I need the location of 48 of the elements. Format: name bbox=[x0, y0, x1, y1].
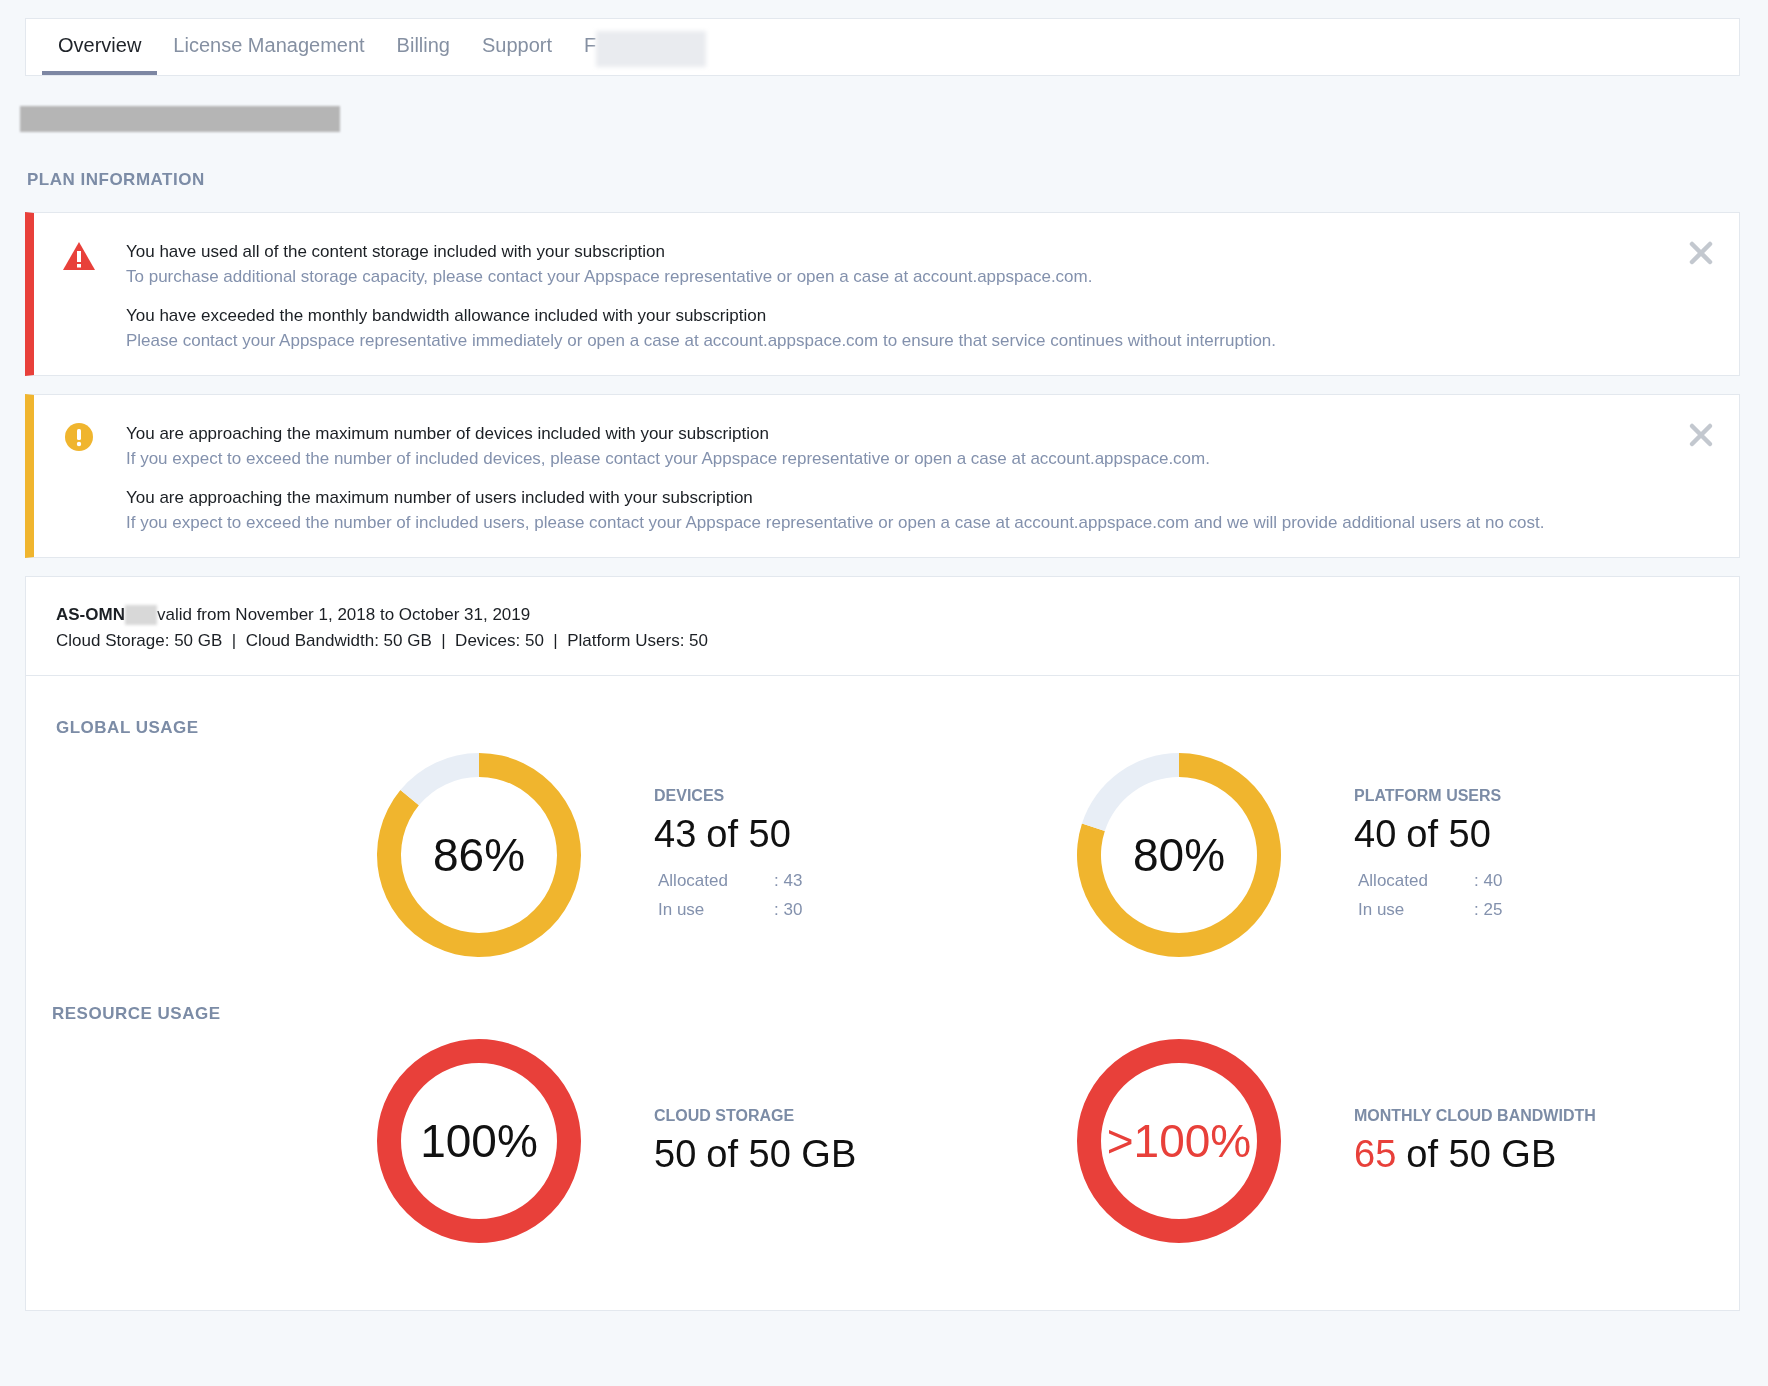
exclamation-circle-icon bbox=[65, 423, 93, 451]
tab[interactable]: Support bbox=[465, 19, 568, 75]
usage-label: CLOUD STORAGE bbox=[654, 1106, 796, 1125]
usage-label: DEVICES bbox=[654, 786, 726, 805]
tab[interactable]: Billing bbox=[380, 19, 466, 75]
alert-title: You are approaching the maximum number of devices included with your subscription bbox=[126, 423, 770, 445]
detail-value: : 30 bbox=[774, 898, 803, 921]
section-title: GLOBAL USAGE bbox=[56, 718, 200, 738]
detail-value: : 43 bbox=[774, 869, 803, 892]
alert-title: You have exceeded the monthly bandwidth allowance included with your subscription bbox=[126, 305, 768, 327]
alert-detail: If you expect to exceed the number of included users, please contact your Appspace representative or open a case at account.appspace.com and we will provide additional users at no cost. bbox=[126, 512, 1546, 534]
alert-detail: If you expect to exceed the number of included devices, please contact your Appspace representative or open a case at account.appspace.com. bbox=[126, 448, 1211, 470]
total-value: of 50 bbox=[1406, 812, 1491, 856]
detail-label: In use bbox=[658, 898, 706, 921]
alert-title: You are approaching the maximum number of users included with your subscription bbox=[126, 487, 754, 509]
alert-title: You have used all of the content storage included with your subscription bbox=[126, 241, 666, 263]
detail-label: Allocated bbox=[1358, 869, 1429, 892]
used-value: 43 bbox=[654, 812, 697, 856]
tab[interactable]: License Management bbox=[157, 19, 381, 75]
total-value: of 50 GB bbox=[1406, 1132, 1557, 1176]
used-value: 65 bbox=[1354, 1132, 1397, 1176]
percent-value: >100% bbox=[1106, 1114, 1252, 1168]
tab[interactable]: F bbox=[568, 19, 597, 75]
detail-label: In use bbox=[1358, 898, 1406, 921]
total-value: of 50 bbox=[706, 812, 791, 856]
alert-detail: Please contact your Appspace representative immediately or open a case at account.appspace.com to ensure that service continues without interruption. bbox=[126, 330, 1278, 352]
usage-label: MONTHLY CLOUD BANDWIDTH bbox=[1354, 1106, 1596, 1125]
detail-value: : 25 bbox=[1474, 898, 1503, 921]
used-value: 40 bbox=[1354, 812, 1397, 856]
redaction bbox=[124, 605, 157, 625]
close-icon[interactable] bbox=[1687, 421, 1715, 449]
section-title: PLAN INFORMATION bbox=[27, 170, 206, 190]
alert-detail: To purchase additional storage capacity, please contact your Appspace representative or open a case at account.appspace.com. bbox=[126, 266, 1094, 288]
total-value: of 50 GB bbox=[706, 1132, 857, 1176]
tab[interactable]: Overview bbox=[42, 19, 158, 75]
plan-code: AS-OMN bbox=[56, 605, 125, 625]
section-title: RESOURCE USAGE bbox=[52, 1004, 222, 1024]
detail-label: Allocated bbox=[658, 869, 729, 892]
usage-label: PLATFORM USERS bbox=[1354, 786, 1503, 805]
percent-value: 100% bbox=[420, 1114, 538, 1168]
percent-value: 80% bbox=[1132, 828, 1226, 882]
plan-validity: valid from November 1, 2018 to October 31, 2019 bbox=[156, 605, 531, 625]
percent-value: 86% bbox=[432, 828, 526, 882]
close-icon[interactable] bbox=[1687, 239, 1715, 267]
warning-triangle-icon bbox=[62, 241, 96, 271]
detail-value: : 40 bbox=[1474, 869, 1503, 892]
plan-limits: Cloud Storage: 50 GB | Cloud Bandwidth: 50 GB | Devices: 50 | Platform Users: 50 bbox=[56, 631, 709, 651]
used-value: 50 bbox=[654, 1132, 697, 1176]
